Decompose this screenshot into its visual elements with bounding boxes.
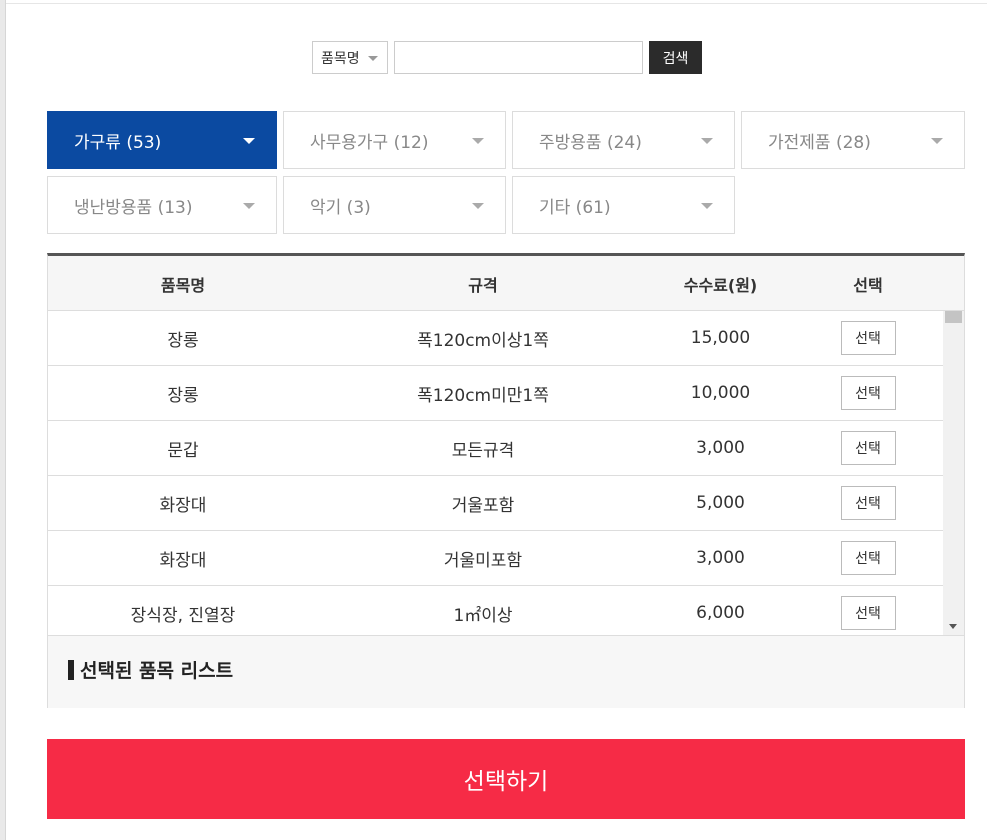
- cell-fee: 3,000: [696, 548, 745, 568]
- search-input[interactable]: [394, 41, 643, 74]
- tab-label: 기타 (61): [539, 197, 611, 218]
- header-fee: 수수료(원): [683, 275, 758, 295]
- tab-office-furniture[interactable]: 사무용가구 (12): [283, 111, 506, 169]
- tab-etc[interactable]: 기타 (61): [512, 176, 735, 234]
- chevron-down-icon: [701, 138, 713, 144]
- tab-kitchenware[interactable]: 주방용품 (24): [512, 111, 735, 169]
- header-spec: 규격: [468, 275, 498, 295]
- top-divider: [6, 3, 987, 4]
- selected-items-panel: 선택된 품목 리스트: [48, 635, 964, 708]
- search-field-select-label: 품목명: [321, 50, 360, 67]
- select-button[interactable]: 선택: [840, 541, 896, 575]
- select-button[interactable]: 선택: [840, 376, 896, 410]
- tab-label: 사무용가구 (12): [310, 132, 429, 153]
- cell-item-name: 장롱: [167, 385, 199, 406]
- tab-heating-cooling[interactable]: 냉난방용품 (13): [47, 176, 277, 234]
- tab-label: 가구류 (53): [74, 132, 162, 153]
- tab-label: 주방용품 (24): [539, 132, 642, 153]
- selected-items-title: 선택된 품목 리스트: [68, 656, 233, 683]
- modal-frame: 품목명 검색 가구류 (53) 사무용가구 (12) 주방용품 (24) 가전제…: [0, 0, 987, 840]
- cell-item-name: 장식장, 진열장: [130, 605, 236, 626]
- search-field-select[interactable]: 품목명: [312, 41, 388, 74]
- cell-spec: 거울포함: [451, 495, 515, 516]
- cell-select: 선택: [793, 366, 943, 420]
- cell-item-name: 장롱: [167, 330, 199, 351]
- scroll-down-icon[interactable]: [949, 624, 957, 629]
- chevron-down-icon: [243, 203, 255, 209]
- cell-select: 선택: [793, 311, 943, 365]
- title-bar-icon: [68, 659, 74, 680]
- tab-instruments[interactable]: 악기 (3): [283, 176, 506, 234]
- cell-spec: 거울미포함: [443, 550, 523, 571]
- select-button[interactable]: 선택: [840, 596, 896, 630]
- cell-item-name: 화장대: [159, 495, 207, 516]
- chevron-down-icon: [368, 56, 378, 61]
- item-table: 품목명 규격 수수료(원) 선택 장롱 폭120cm이상1쪽 15,000 선택…: [47, 253, 965, 708]
- chevron-down-icon: [472, 203, 484, 209]
- cell-fee: 3,000: [696, 438, 745, 458]
- table-scrollbar[interactable]: [943, 311, 964, 635]
- select-button[interactable]: 선택: [840, 321, 896, 355]
- scrollbar-thumb[interactable]: [945, 311, 962, 323]
- tab-label: 악기 (3): [310, 197, 371, 218]
- cell-spec: 폭120cm이상1쪽: [417, 330, 549, 351]
- cell-spec: 폭120cm미만1쪽: [417, 385, 549, 406]
- search-bar: 품목명 검색: [312, 41, 702, 74]
- table-row: 문갑 모든규격 3,000 선택: [48, 421, 943, 476]
- table-row: 화장대 거울포함 5,000 선택: [48, 476, 943, 531]
- select-button[interactable]: 선택: [840, 431, 896, 465]
- cell-spec: 1㎡이상: [453, 605, 513, 626]
- cell-fee: 15,000: [690, 328, 751, 348]
- cell-select: 선택: [793, 586, 943, 635]
- tab-furniture[interactable]: 가구류 (53): [47, 111, 277, 169]
- submit-select-button[interactable]: 선택하기: [47, 739, 965, 819]
- cell-select: 선택: [793, 531, 943, 585]
- table-row: 화장대 거울미포함 3,000 선택: [48, 531, 943, 586]
- select-button[interactable]: 선택: [840, 486, 896, 520]
- cell-fee: 6,000: [696, 603, 745, 623]
- cell-fee: 10,000: [690, 383, 751, 403]
- table-header: 품목명 규격 수수료(원) 선택: [48, 256, 964, 311]
- table-row: 장롱 폭120cm이상1쪽 15,000 선택: [48, 311, 943, 366]
- background-edge: [0, 0, 6, 840]
- chevron-down-icon: [472, 138, 484, 144]
- table-row: 장식장, 진열장 1㎡이상 6,000 선택: [48, 586, 943, 635]
- table-row: 장롱 폭120cm미만1쪽 10,000 선택: [48, 366, 943, 421]
- chevron-down-icon: [701, 203, 713, 209]
- tab-label: 냉난방용품 (13): [74, 197, 193, 218]
- cell-select: 선택: [793, 476, 943, 530]
- cell-item-name: 문갑: [167, 440, 199, 461]
- header-select: 선택: [853, 275, 883, 295]
- cell-select: 선택: [793, 421, 943, 475]
- table-body[interactable]: 장롱 폭120cm이상1쪽 15,000 선택 장롱 폭120cm미만1쪽 10…: [48, 311, 964, 635]
- header-item-name: 품목명: [160, 275, 206, 295]
- selected-items-title-text: 선택된 품목 리스트: [80, 660, 234, 682]
- chevron-down-icon: [931, 138, 943, 144]
- chevron-down-icon: [243, 138, 255, 144]
- search-button[interactable]: 검색: [649, 41, 702, 74]
- cell-fee: 5,000: [696, 493, 745, 513]
- tab-appliances[interactable]: 가전제품 (28): [741, 111, 965, 169]
- cell-spec: 모든규격: [451, 440, 515, 461]
- cell-item-name: 화장대: [159, 550, 207, 571]
- tab-label: 가전제품 (28): [768, 132, 871, 153]
